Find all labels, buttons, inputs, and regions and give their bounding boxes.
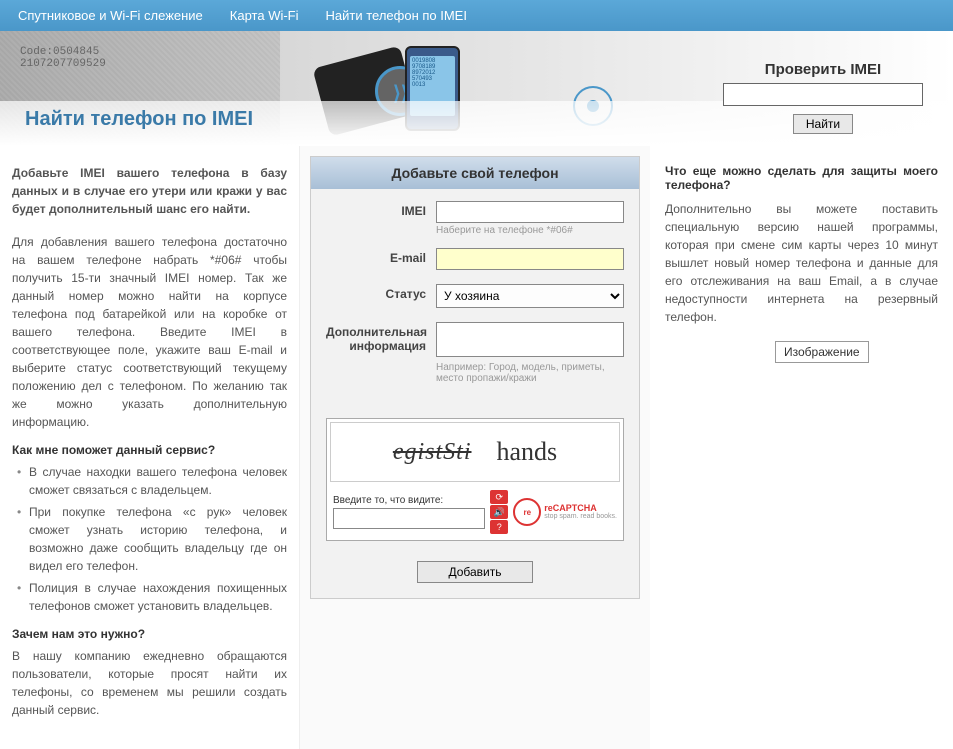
imei-label: IMEI	[326, 201, 436, 218]
image-placeholder: Изображение	[775, 341, 869, 363]
right-text: Дополнительно вы можете поставить специа…	[665, 200, 938, 326]
page-title: Найти телефон по IMEI	[25, 108, 253, 131]
extra-label: Дополнительная информация	[326, 322, 436, 353]
check-find-button[interactable]: Найти	[793, 114, 853, 134]
intro-text: Добавьте IMEI вашего телефона в базу дан…	[12, 164, 287, 218]
extra-textarea[interactable]	[436, 322, 624, 357]
nav-link-find-imei[interactable]: Найти телефон по IMEI	[320, 6, 473, 25]
captcha-help-icon[interactable]: ?	[490, 520, 508, 534]
main-content: Добавьте IMEI вашего телефона в базу дан…	[0, 146, 953, 749]
recaptcha-logo: re reCAPTCHA stop spam. read books.	[513, 498, 617, 526]
nav-link-wifi-map[interactable]: Карта Wi-Fi	[224, 6, 305, 25]
right-column: Что еще можно сделать для защиты моего т…	[650, 146, 953, 749]
captcha-audio-icon[interactable]: 🔊	[490, 505, 508, 519]
list-item: При покупке телефона «с рук» человек смо…	[17, 503, 287, 575]
imei-input[interactable]	[436, 201, 624, 223]
status-label: Статус	[326, 284, 436, 301]
email-label: E-mail	[326, 248, 436, 265]
captcha-box: egistSti hands Введите то, что видите: ⟳…	[326, 418, 624, 541]
why-heading: Зачем нам это нужно?	[12, 627, 287, 641]
extra-hint: Например: Город, модель, приметы, место …	[436, 362, 624, 384]
captcha-refresh-icon[interactable]: ⟳	[490, 490, 508, 504]
captcha-image: egistSti hands	[330, 422, 620, 482]
barcode-text: Code:0504845 2107207709529	[20, 46, 106, 70]
submit-button[interactable]: Добавить	[417, 561, 532, 583]
list-item: Полиция в случае нахождения похищенных т…	[17, 579, 287, 615]
captcha-input[interactable]	[333, 508, 485, 529]
imei-hint: Наберите на телефоне *#06#	[436, 225, 624, 236]
email-input[interactable]	[436, 248, 624, 270]
check-imei-box: Проверить IMEI Найти	[718, 61, 928, 134]
add-phone-form: Добавьте свой телефон IMEI Наберите на т…	[310, 156, 640, 599]
benefits-list: В случае находки вашего телефона человек…	[12, 463, 287, 615]
center-column: Добавьте свой телефон IMEI Наберите на т…	[300, 146, 650, 749]
check-title: Проверить IMEI	[718, 61, 928, 78]
right-heading: Что еще можно сделать для защиты моего т…	[665, 164, 938, 192]
why-text: В нашу компанию ежедневно обращаются пол…	[12, 647, 287, 719]
left-column: Добавьте IMEI вашего телефона в базу дан…	[0, 146, 300, 749]
check-imei-input[interactable]	[723, 83, 923, 106]
form-header: Добавьте свой телефон	[311, 157, 639, 189]
captcha-label: Введите то, что видите:	[333, 495, 485, 506]
help-heading: Как мне поможет данный сервис?	[12, 443, 287, 457]
status-select[interactable]: У хозяина Утерян Украден	[436, 284, 624, 308]
nav-link-tracking[interactable]: Спутниковое и Wi-Fi слежение	[12, 6, 209, 25]
top-nav: Спутниковое и Wi-Fi слежение Карта Wi-Fi…	[0, 0, 953, 31]
instructions-text: Для добавления вашего телефона достаточн…	[12, 233, 287, 431]
list-item: В случае находки вашего телефона человек…	[17, 463, 287, 499]
banner: Code:0504845 2107207709529 0019808970818…	[0, 31, 953, 146]
